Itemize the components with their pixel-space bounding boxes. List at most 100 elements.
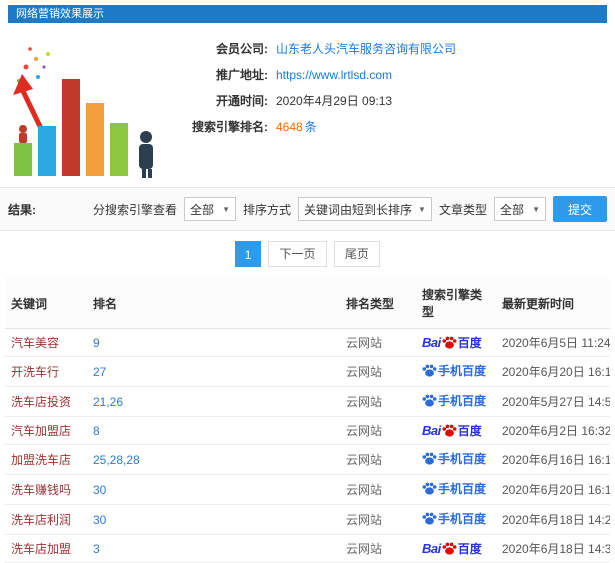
results-table-wrap: 关键词 排名 排名类型 搜索引擎类型 最新更新时间 汽车美容 9 云网站 Bai 百度 2020年… — [0, 277, 615, 563]
baidu-paw-icon — [422, 512, 437, 525]
baidu-paw-icon — [442, 336, 457, 349]
engine-cell: 手机百度 — [416, 386, 496, 417]
keyword: 汽车美容 — [11, 336, 60, 350]
table-row: 汽车美容 9 云网站 Bai 百度 2020年6月5日 11:24 — [5, 328, 610, 357]
sort-label: 排序方式 — [243, 202, 292, 217]
engine-cell: 手机百度 — [416, 474, 496, 505]
submit-button[interactable]: 提交 — [552, 196, 607, 222]
result-label: 结果: — [8, 202, 36, 217]
info-value[interactable]: 山东老人头汽车服务咨询有限公司 — [276, 41, 456, 57]
last-page-button[interactable]: 尾页 — [333, 241, 380, 267]
pagination: 1 下一页 尾页 — [0, 231, 615, 277]
update-time-cell: 2020年6月18日 14:30 — [496, 534, 610, 563]
table-row: 洗车店投资 21,26 云网站 手机百度 2020年5月27日 14:58 — [5, 386, 610, 417]
rank-link[interactable]: 21,26 — [93, 395, 123, 409]
keyword-cell: 汽车美容 — [5, 328, 87, 357]
engine-logo-mobile_baidu: 手机百度 — [422, 480, 486, 497]
title-bar: 网络营销效果展示 — [8, 5, 607, 23]
engine-cell: Bai 百度 — [416, 534, 496, 563]
baidu-paw-icon — [422, 364, 437, 377]
table-row: 洗车店加盟 3 云网站 Bai 百度 2020年6月18日 14:30 — [5, 534, 610, 563]
engine-name-text: 手机百度 — [438, 364, 487, 378]
results-table: 关键词 排名 排名类型 搜索引擎类型 最新更新时间 汽车美容 9 云网站 Bai 百度 2020年… — [5, 277, 610, 563]
keyword-cell: 洗车店加盟 — [5, 534, 87, 563]
engine-logo-baidu: Bai 百度 — [422, 422, 482, 439]
keyword: 洗车店投资 — [11, 395, 72, 409]
keyword: 洗车店利润 — [11, 513, 72, 527]
engine-cell: Bai 百度 — [416, 416, 496, 445]
rank-cell: 8 — [87, 416, 340, 445]
keyword-cell: 汽车加盟店 — [5, 416, 87, 445]
rank-link[interactable]: 8 — [93, 424, 100, 438]
chart-illustration — [6, 31, 164, 181]
baidu-paw-icon — [422, 452, 437, 465]
rank-type-cell: 云网站 — [340, 534, 416, 563]
rank-link[interactable]: 25,28,28 — [93, 453, 140, 467]
rank-type-cell: 云网站 — [340, 474, 416, 505]
engine-logo-baidu: Bai 百度 — [422, 334, 482, 351]
info-row: 推广地址: https://www.lrtlsd.com — [164, 67, 605, 83]
table-body: 汽车美容 9 云网站 Bai 百度 2020年6月5日 11:24 开洗车行 27 云网站 手机百… — [5, 328, 610, 563]
update-time-cell: 2020年6月5日 11:24 — [496, 328, 610, 357]
keyword: 开洗车行 — [11, 365, 60, 379]
rank-link[interactable]: 30 — [93, 483, 106, 497]
engine-prefix-text: Bai — [422, 541, 441, 556]
info-value: 2020年4月29日 09:13 — [276, 94, 393, 108]
keyword-cell: 开洗车行 — [5, 356, 87, 387]
engine-prefix-text: Bai — [422, 335, 441, 350]
chevron-down-icon: ▼ — [418, 204, 426, 214]
engine-cell: 手机百度 — [416, 356, 496, 387]
info-row: 会员公司: 山东老人头汽车服务咨询有限公司 — [164, 41, 605, 57]
rank-link[interactable]: 9 — [93, 336, 100, 350]
sort-select[interactable]: 关键词由短到长排序 ▼ — [298, 197, 432, 221]
table-row: 开洗车行 27 云网站 手机百度 2020年6月20日 16:16 — [5, 356, 610, 387]
info-row: 开通时间: 2020年4月29日 09:13 — [164, 93, 605, 109]
info-value: 4648 — [276, 120, 303, 134]
rank-link[interactable]: 27 — [93, 365, 106, 379]
baidu-paw-icon — [422, 394, 437, 407]
keyword: 汽车加盟店 — [11, 424, 72, 438]
engine-select-value: 全部 — [190, 202, 215, 217]
info-label: 会员公司: — [216, 42, 268, 56]
info-label: 推广地址: — [216, 68, 268, 82]
baidu-paw-icon — [442, 542, 457, 555]
update-time-cell: 2020年6月20日 16:16 — [496, 356, 610, 387]
keyword-cell: 洗车赚钱吗 — [5, 474, 87, 505]
engine-logo-mobile_baidu: 手机百度 — [422, 392, 486, 409]
chevron-down-icon: ▼ — [532, 204, 540, 214]
keyword: 洗车赚钱吗 — [11, 483, 72, 497]
update-time-cell: 2020年6月16日 16:11 — [496, 444, 610, 475]
engine-logo-mobile_baidu: 手机百度 — [422, 450, 486, 467]
info-label: 搜索引擎排名: — [192, 120, 268, 134]
rank-type-cell: 云网站 — [340, 444, 416, 475]
page-title: 网络营销效果展示 — [16, 8, 104, 20]
engine-select[interactable]: 全部 ▼ — [184, 197, 237, 221]
next-page-button[interactable]: 下一页 — [268, 241, 327, 267]
table-header-row: 关键词 排名 排名类型 搜索引擎类型 最新更新时间 — [5, 277, 610, 329]
update-time-cell: 2020年6月20日 16:12 — [496, 474, 610, 505]
filter-controls: 分搜索引擎查看 全部 ▼ 排序方式 关键词由短到长排序 ▼ 文章类型 全部 ▼ … — [93, 196, 607, 222]
column-header: 排名 — [87, 277, 340, 329]
table-row: 加盟洗车店 25,28,28 云网站 手机百度 2020年6月16日 16:11 — [5, 444, 610, 475]
keyword: 洗车店加盟 — [11, 542, 72, 556]
top-panel: 会员公司: 山东老人头汽车服务咨询有限公司 推广地址: https://www.lrt… — [0, 23, 615, 187]
table-row: 洗车赚钱吗 30 云网站 手机百度 2020年6月20日 16:12 — [5, 474, 610, 505]
info-label: 开通时间: — [216, 94, 268, 108]
rank-cell: 9 — [87, 328, 340, 357]
chevron-down-icon: ▼ — [222, 204, 231, 214]
rank-link[interactable]: 3 — [93, 542, 100, 556]
keyword-cell: 洗车店投资 — [5, 386, 87, 417]
column-header: 排名类型 — [340, 277, 416, 329]
update-time-cell: 2020年5月27日 14:58 — [496, 386, 610, 417]
info-value[interactable]: https://www.lrtlsd.com — [276, 67, 392, 83]
update-time-cell: 2020年6月2日 16:32 — [496, 416, 610, 445]
rank-type-cell: 云网站 — [340, 356, 416, 387]
keyword-cell: 加盟洗车店 — [5, 444, 87, 475]
rank-cell: 21,26 — [87, 386, 340, 417]
page-number-current[interactable]: 1 — [235, 241, 262, 267]
engine-name-text: 百度 — [457, 424, 482, 438]
article-type-select[interactable]: 全部 ▼ — [493, 197, 546, 221]
baidu-paw-icon — [422, 482, 437, 495]
rank-cell: 30 — [87, 474, 340, 505]
engine-cell: 手机百度 — [416, 444, 496, 475]
